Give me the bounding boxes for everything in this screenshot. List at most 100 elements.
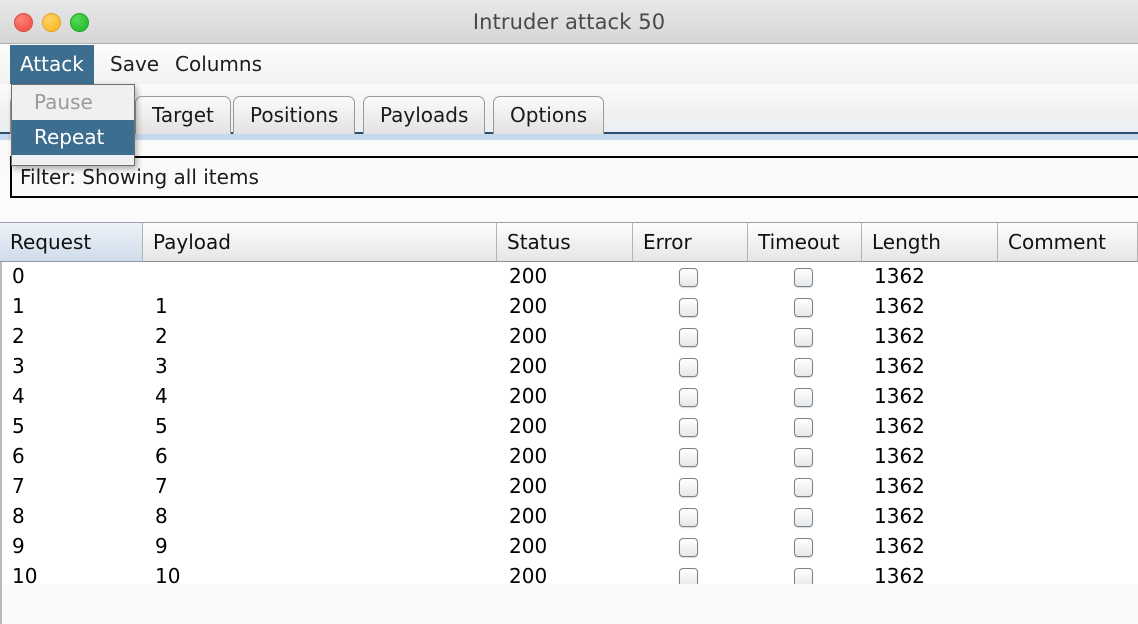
cell-timeout: [750, 262, 864, 292]
cell-timeout: [750, 472, 864, 502]
cell-length: 1362: [874, 354, 925, 378]
cell-comment: [1000, 442, 1138, 472]
error-checkbox[interactable]: [679, 417, 698, 437]
cell-request: 1: [12, 294, 25, 318]
cell-request: 9: [12, 534, 25, 558]
cell-length: 1362: [874, 324, 925, 348]
column-header-request[interactable]: Request: [0, 223, 143, 261]
cell-status: 200: [509, 324, 548, 348]
cell-request: 5: [12, 414, 25, 438]
timeout-checkbox[interactable]: [794, 297, 813, 317]
cell-length: 1362: [874, 474, 925, 498]
table-empty-area: [0, 584, 1138, 624]
table-row[interactable]: 5 5 200 1362: [2, 412, 1138, 442]
cell-error: [635, 292, 750, 322]
timeout-checkbox[interactable]: [794, 327, 813, 347]
timeout-checkbox[interactable]: [794, 357, 813, 377]
cell-request: 3: [12, 354, 25, 378]
menu-columns[interactable]: Columns: [165, 45, 272, 84]
error-checkbox[interactable]: [679, 507, 698, 527]
menu-item-pause[interactable]: Pause: [12, 85, 134, 120]
table-row[interactable]: 3 3 200 1362: [2, 352, 1138, 382]
cell-request: 7: [12, 474, 25, 498]
cell-error: [635, 352, 750, 382]
error-checkbox[interactable]: [679, 477, 698, 497]
cell-status: 200: [509, 354, 548, 378]
cell-request: 2: [12, 324, 25, 348]
cell-timeout: [750, 322, 864, 352]
cell-comment: [1000, 262, 1138, 292]
cell-payload: 3: [155, 354, 168, 378]
cell-status: 200: [509, 534, 548, 558]
cell-timeout: [750, 442, 864, 472]
cell-comment: [1000, 322, 1138, 352]
cell-length: 1362: [874, 414, 925, 438]
cell-payload: 1: [155, 294, 168, 318]
error-checkbox[interactable]: [679, 327, 698, 347]
timeout-checkbox[interactable]: [794, 387, 813, 407]
column-header-error[interactable]: Error: [633, 223, 748, 261]
column-header-status[interactable]: Status: [497, 223, 633, 261]
cell-timeout: [750, 352, 864, 382]
tab-target[interactable]: Target: [135, 96, 231, 134]
cell-payload: 8: [155, 504, 168, 528]
cell-payload: 7: [155, 474, 168, 498]
cell-comment: [1000, 412, 1138, 442]
cell-request: 8: [12, 504, 25, 528]
filter-bar[interactable]: Filter: Showing all items: [10, 156, 1138, 198]
window-title: Intruder attack 50: [472, 10, 666, 34]
timeout-checkbox[interactable]: [794, 417, 813, 437]
column-header-payload[interactable]: Payload: [143, 223, 497, 261]
cell-payload: 9: [155, 534, 168, 558]
table-row[interactable]: 6 6 200 1362: [2, 442, 1138, 472]
menu-item-repeat[interactable]: Repeat: [12, 120, 134, 155]
tab-payloads[interactable]: Payloads: [363, 96, 486, 134]
table-row[interactable]: 1 1 200 1362: [2, 292, 1138, 322]
cell-timeout: [750, 412, 864, 442]
error-checkbox[interactable]: [679, 387, 698, 407]
cell-comment: [1000, 502, 1138, 532]
cell-length: 1362: [874, 294, 925, 318]
cell-comment: [1000, 382, 1138, 412]
error-checkbox[interactable]: [679, 297, 698, 317]
tab-positions[interactable]: Positions: [233, 96, 356, 134]
menu-attack[interactable]: Attack: [10, 45, 94, 84]
timeout-checkbox[interactable]: [794, 267, 813, 287]
table-row[interactable]: 8 8 200 1362: [2, 502, 1138, 532]
window-titlebar: Intruder attack 50: [0, 0, 1138, 44]
cell-error: [635, 262, 750, 292]
cell-error: [635, 502, 750, 532]
column-header-length[interactable]: Length: [862, 223, 998, 261]
cell-status: 200: [509, 264, 548, 288]
timeout-checkbox[interactable]: [794, 447, 813, 467]
cell-payload: 4: [155, 384, 168, 408]
menu-save[interactable]: Save: [100, 45, 169, 84]
column-header-timeout[interactable]: Timeout: [748, 223, 862, 261]
cell-payload: 2: [155, 324, 168, 348]
table-row[interactable]: 9 9 200 1362: [2, 532, 1138, 562]
cell-error: [635, 472, 750, 502]
timeout-checkbox[interactable]: [794, 477, 813, 497]
cell-length: 1362: [874, 504, 925, 528]
cell-timeout: [750, 532, 864, 562]
tab-options[interactable]: Options: [493, 96, 605, 134]
column-header-comment[interactable]: Comment: [998, 223, 1138, 261]
error-checkbox[interactable]: [679, 357, 698, 377]
cell-comment: [1000, 532, 1138, 562]
error-checkbox[interactable]: [679, 537, 698, 557]
cell-comment: [1000, 472, 1138, 502]
timeout-checkbox[interactable]: [794, 507, 813, 527]
cell-payload: 5: [155, 414, 168, 438]
cell-error: [635, 442, 750, 472]
cell-timeout: [750, 382, 864, 412]
table-row[interactable]: 4 4 200 1362: [2, 382, 1138, 412]
error-checkbox[interactable]: [679, 447, 698, 467]
table-row[interactable]: 0 200 1362: [2, 262, 1138, 292]
intruder-attack-window: Intruder attack 50 Attack Save Columns R…: [0, 0, 1138, 624]
table-row[interactable]: 7 7 200 1362: [2, 472, 1138, 502]
table-row[interactable]: 2 2 200 1362: [2, 322, 1138, 352]
timeout-checkbox[interactable]: [794, 537, 813, 557]
error-checkbox[interactable]: [679, 267, 698, 287]
cell-request: 4: [12, 384, 25, 408]
cell-status: 200: [509, 504, 548, 528]
